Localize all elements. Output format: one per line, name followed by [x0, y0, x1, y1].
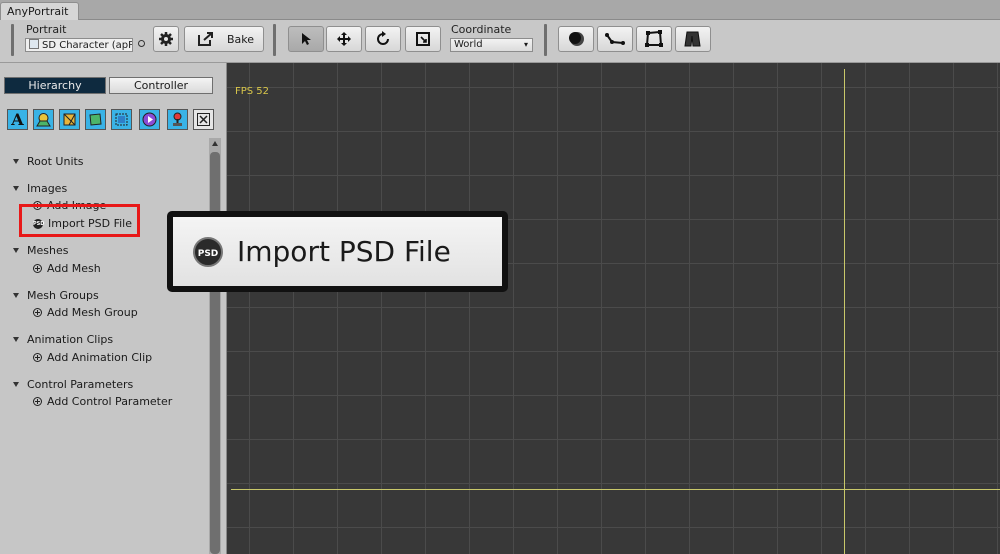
- toolbar-grip: [273, 24, 276, 56]
- tree-mesh-groups-label: Mesh Groups: [27, 289, 99, 302]
- plus-icon: [33, 264, 42, 273]
- add-animation-clip-item[interactable]: Add Animation Clip: [33, 351, 152, 364]
- toolbar: Portrait SD Character (apP Bake Coordina…: [0, 20, 1000, 63]
- editor-viewport[interactable]: FPS 52: [227, 63, 1000, 554]
- tree-animation-clips-label: Animation Clips: [27, 333, 114, 346]
- tree-animation-clips[interactable]: Animation Clips: [13, 333, 113, 346]
- window-tab[interactable]: AnyPortrait: [0, 2, 80, 20]
- coordinate-dropdown-value: World: [454, 39, 483, 50]
- select-tool-button[interactable]: [288, 26, 324, 52]
- rotate-tool-button[interactable]: [365, 26, 401, 52]
- mesh-filter-icon: [63, 113, 76, 126]
- toolbar-grip: [11, 24, 14, 56]
- scale-tool-icon: [416, 32, 430, 46]
- object-picker-icon[interactable]: [138, 40, 145, 47]
- mesh-button[interactable]: [636, 26, 672, 52]
- gear-icon: [159, 32, 173, 46]
- modifier-filter-icon: [115, 113, 128, 126]
- tab-hierarchy[interactable]: Hierarchy: [4, 77, 106, 94]
- text-filter-icon: A: [11, 110, 24, 129]
- move-tool-button[interactable]: [326, 26, 362, 52]
- mesh-group-filter-button[interactable]: [85, 109, 106, 130]
- close-filter-icon: [197, 113, 210, 126]
- bake-button[interactable]: Bake: [184, 26, 264, 52]
- psd-icon: PSD: [193, 236, 223, 267]
- expand-arrow-icon[interactable]: [13, 382, 19, 387]
- physics-icon: [684, 31, 701, 47]
- dropdown-arrow-icon: ▾: [523, 40, 528, 49]
- add-mesh-group-item[interactable]: Add Mesh Group: [33, 306, 138, 319]
- add-control-parameter-item[interactable]: Add Control Parameter: [33, 395, 172, 408]
- expand-arrow-icon[interactable]: [13, 248, 19, 253]
- onion-skin-icon: [569, 32, 584, 46]
- window-tab-bar: AnyPortrait: [0, 0, 1000, 20]
- bake-button-label: Bake: [227, 32, 255, 46]
- zoom-callout: PSD Import PSD File: [167, 211, 508, 292]
- hierarchy-panel: Hierarchy Controller A Root Units Images…: [0, 63, 227, 554]
- tree-root-units-label: Root Units: [27, 155, 84, 168]
- expand-arrow-icon[interactable]: [13, 159, 19, 164]
- tree-meshes[interactable]: Meshes: [13, 244, 68, 257]
- toolbar-grip: [544, 24, 547, 56]
- physics-button[interactable]: [675, 26, 711, 52]
- x-axis-line: [231, 489, 1000, 490]
- tab-controller[interactable]: Controller: [109, 77, 213, 94]
- fps-counter: FPS 52: [235, 86, 270, 97]
- export-icon: [198, 32, 213, 46]
- portrait-object-icon: [29, 39, 39, 49]
- plus-icon: [33, 397, 42, 406]
- tree-control-parameters[interactable]: Control Parameters: [13, 378, 133, 391]
- add-control-parameter-label: Add Control Parameter: [47, 395, 173, 408]
- tree-images-label: Images: [27, 182, 68, 195]
- control-param-filter-icon: [173, 112, 182, 126]
- bone-button[interactable]: [597, 26, 633, 52]
- scroll-up-arrow-icon[interactable]: [212, 141, 218, 146]
- tree-meshes-label: Meshes: [27, 244, 69, 257]
- add-mesh-item[interactable]: Add Mesh: [33, 262, 101, 275]
- animation-filter-icon: [142, 112, 157, 127]
- move-tool-icon: [337, 32, 351, 46]
- expand-arrow-icon[interactable]: [13, 337, 19, 342]
- animation-filter-button[interactable]: [139, 109, 160, 130]
- mesh-icon: [645, 30, 663, 47]
- modifier-filter-button[interactable]: [111, 109, 132, 130]
- add-animation-clip-label: Add Animation Clip: [47, 351, 153, 364]
- add-mesh-label: Add Mesh: [47, 262, 101, 275]
- portrait-field[interactable]: SD Character (apP: [25, 38, 133, 52]
- settings-button[interactable]: [153, 26, 179, 52]
- y-axis-line: [844, 69, 845, 554]
- select-tool-icon: [302, 33, 311, 45]
- expand-arrow-icon[interactable]: [13, 293, 19, 298]
- tree-control-parameters-label: Control Parameters: [27, 378, 134, 391]
- coordinate-dropdown[interactable]: World ▾: [450, 38, 533, 52]
- add-mesh-group-label: Add Mesh Group: [47, 306, 138, 319]
- mesh-group-filter-icon: [89, 113, 102, 126]
- mesh-filter-button[interactable]: [59, 109, 80, 130]
- highlight-box: [19, 204, 140, 237]
- image-filter-icon: [36, 113, 51, 127]
- rotate-tool-icon: [377, 31, 389, 45]
- portrait-label: Portrait: [26, 23, 67, 36]
- hierarchy-scrollbar[interactable]: [209, 138, 221, 554]
- tree-mesh-groups[interactable]: Mesh Groups: [13, 289, 99, 302]
- tree-root-units[interactable]: Root Units: [13, 155, 84, 168]
- onion-skin-button[interactable]: [558, 26, 594, 52]
- expand-arrow-icon[interactable]: [13, 186, 19, 191]
- callout-label: Import PSD File: [237, 235, 451, 268]
- plus-icon: [33, 353, 42, 362]
- tree-images[interactable]: Images: [13, 182, 67, 195]
- coordinate-label: Coordinate: [451, 23, 512, 36]
- plus-icon: [33, 308, 42, 317]
- close-filter-button[interactable]: [193, 109, 214, 130]
- image-filter-button[interactable]: [33, 109, 54, 130]
- portrait-field-value: SD Character (apP: [42, 40, 133, 51]
- control-param-filter-button[interactable]: [167, 109, 188, 130]
- bone-icon: [605, 33, 625, 45]
- scale-tool-button[interactable]: [405, 26, 441, 52]
- text-filter-button[interactable]: A: [7, 109, 28, 130]
